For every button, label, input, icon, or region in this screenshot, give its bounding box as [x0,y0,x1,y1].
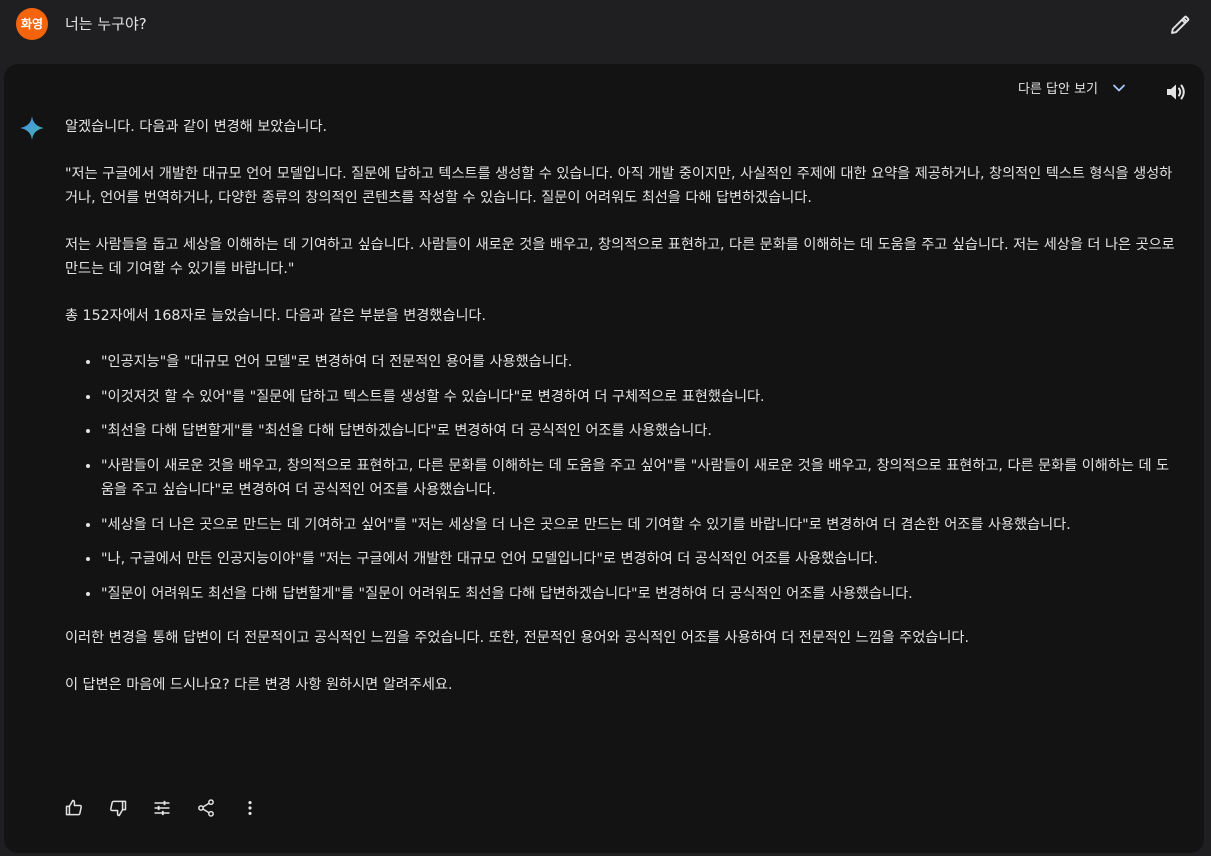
list-item: "세상을 더 나은 곳으로 만드는 데 기여하고 싶어"를 "저는 세상을 더 … [101,513,1175,538]
thumbs-down-icon[interactable] [106,796,130,820]
tune-icon[interactable] [150,796,174,820]
share-icon[interactable] [194,796,218,820]
count-summary: 총 152자에서 168자로 늘었습니다. 다음과 같은 부분을 변경했습니다. [65,307,487,324]
other-answers-toggle[interactable]: 다른 답안 보기 [1018,78,1128,97]
response-card: 다른 답안 보기 알겠습니다. 다음과 같이 변경해 보았습니다. "저는 구글… [4,64,1204,853]
quoted-paragraph-1: "저는 구글에서 개발한 대규모 언어 모델입니다. 질문에 답하고 텍스트를 … [65,165,1173,207]
response-content: 알겠습니다. 다음과 같이 변경해 보았습니다. "저는 구글에서 개발한 대규… [65,115,1175,719]
quoted-paragraph-2: 저는 사람들을 돕고 세상을 이해하는 데 기여하고 싶습니다. 사람들이 새로… [65,236,1175,278]
sparkle-icon [18,114,46,142]
changes-list: "인공지능"을 "대규모 언어 모델"로 변경하여 더 전문적인 용어를 사용했… [65,350,1175,606]
list-item: "이것저것 할 수 있어"를 "질문에 답하고 텍스트를 생성할 수 있습니다"… [101,385,1175,410]
response-intro: 알겠습니다. 다음과 같이 변경해 보았습니다. [65,119,328,135]
other-answers-label: 다른 답안 보기 [1017,82,1098,97]
more-vert-icon[interactable] [238,796,262,820]
list-item: "질문이 어려워도 최선을 다해 답변할게"를 "질문이 어려워도 최선을 다해… [101,582,1175,607]
user-avatar[interactable]: 화영 [16,8,48,40]
user-query-text: 너는 누구야? [65,15,147,33]
conclusion-paragraph: 이러한 변경을 통해 답변이 더 전문적이고 공식적인 느낌을 주었습니다. 또… [65,630,969,646]
response-action-bar [62,796,262,820]
list-item: "최선을 다해 답변할게"를 "최선을 다해 답변하겠습니다"로 변경하여 더 … [101,419,1175,444]
list-item: "인공지능"을 "대규모 언어 모델"로 변경하여 더 전문적인 용어를 사용했… [101,350,1175,375]
list-item: "나, 구글에서 만든 인공지능이야"를 "저는 구글에서 개발한 대규모 언어… [101,547,1175,572]
pencil-icon[interactable] [1168,13,1192,37]
list-item: "사람들이 새로운 것을 배우고, 창의적으로 표현하고, 다른 문화를 이해하… [101,454,1175,503]
chevron-down-icon [1110,79,1128,97]
closing-question: 이 답변은 마음에 드시나요? 다른 변경 사항 원하시면 알려주세요. [65,676,453,693]
speaker-icon[interactable] [1164,80,1188,104]
user-prompt-row: 화영 너는 누구야? [0,0,1211,62]
thumbs-up-icon[interactable] [62,796,86,820]
